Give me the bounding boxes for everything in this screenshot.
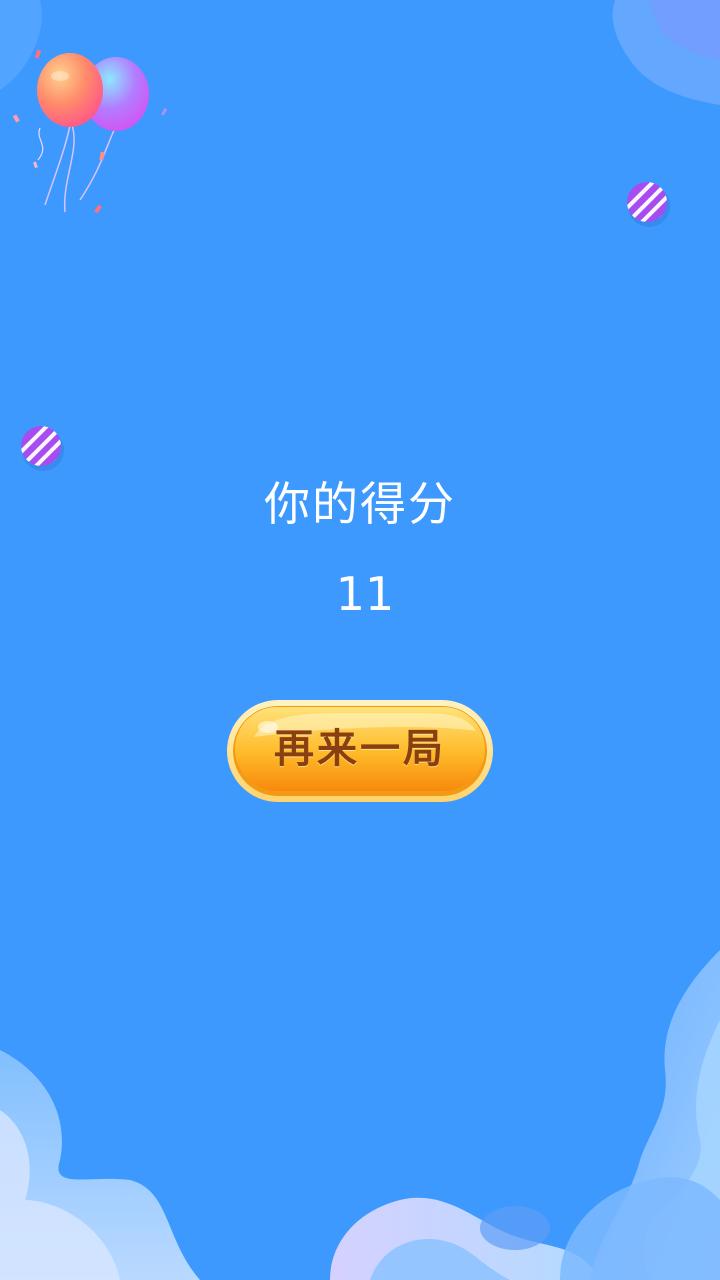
score-title: 你的得分 — [264, 477, 456, 531]
play-again-button[interactable]: 再来一局 — [224, 697, 496, 805]
balloons-icon — [12, 49, 168, 214]
play-again-label: 再来一局 — [274, 726, 446, 772]
game-over-screen: 你的得分 11 再来一局 — [0, 0, 720, 1280]
score-value: 11 — [335, 567, 395, 621]
